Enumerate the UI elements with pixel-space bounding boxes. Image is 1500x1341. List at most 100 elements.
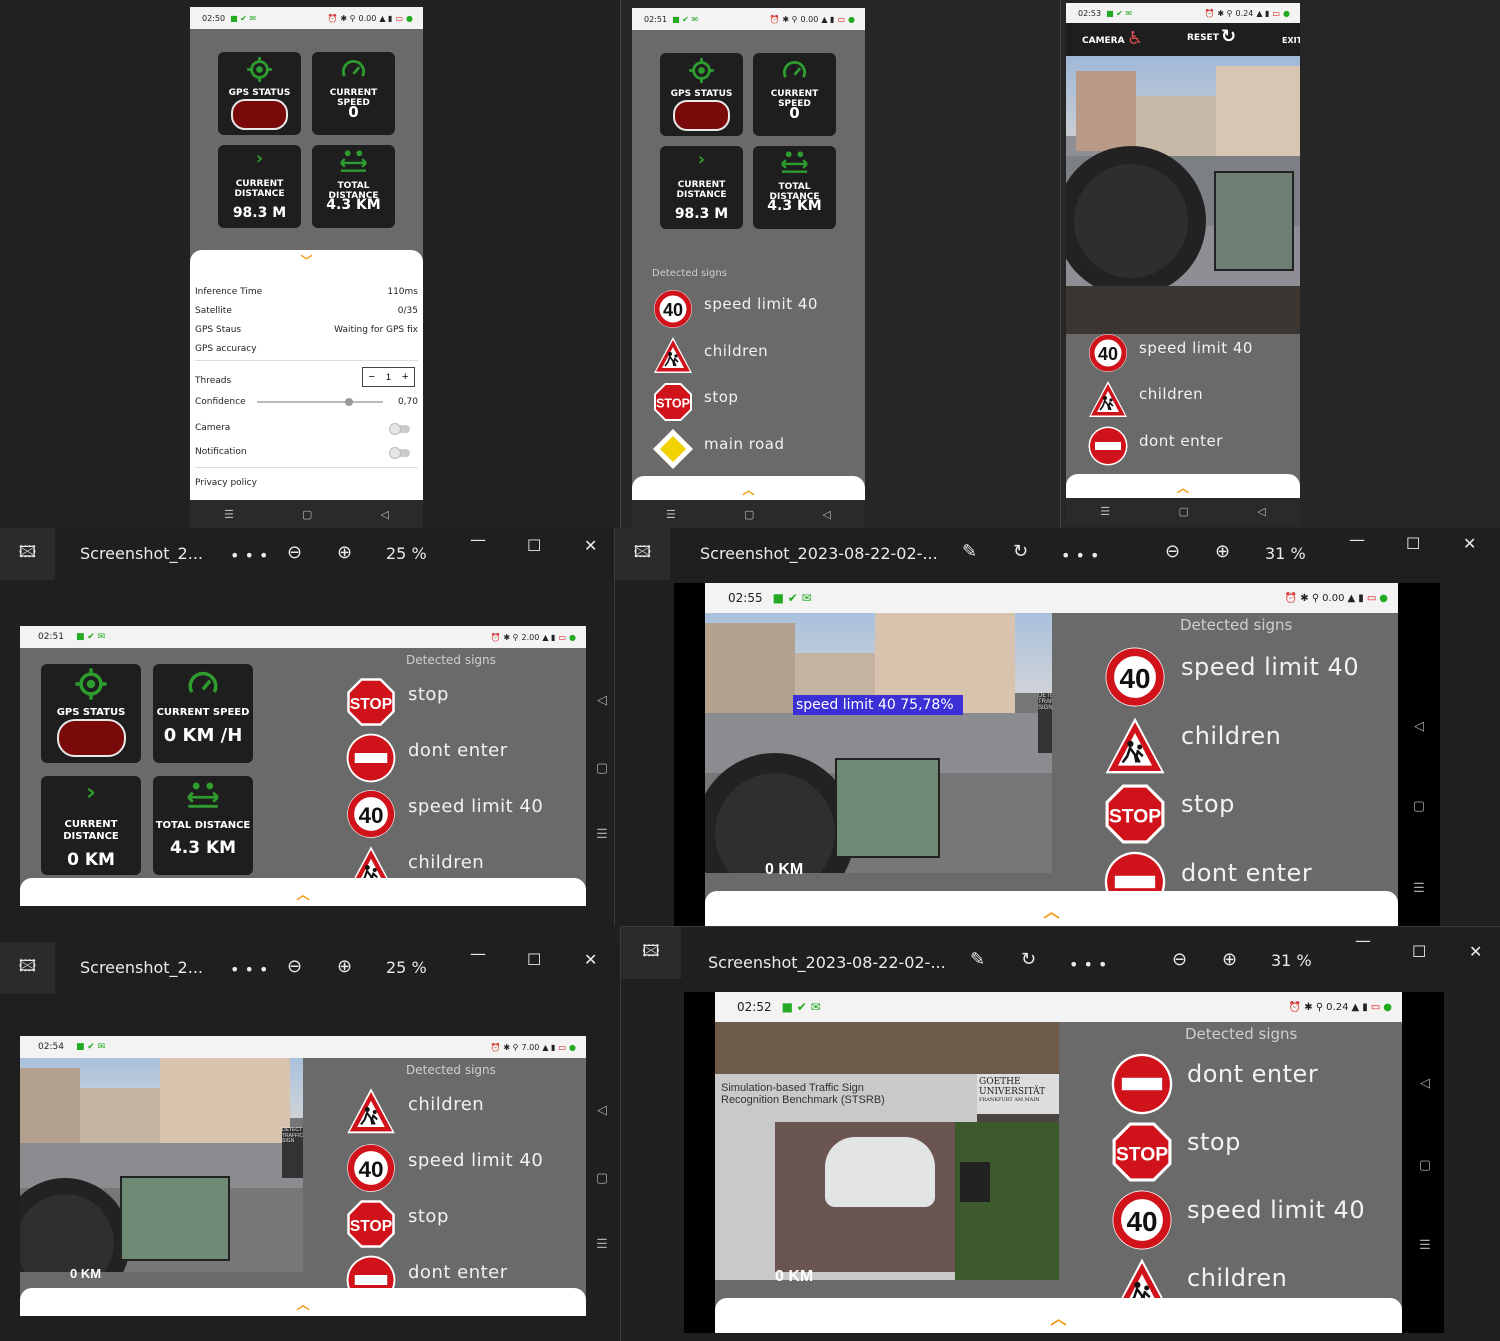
plus-button[interactable]: + <box>402 371 408 383</box>
bottom-sheet[interactable]: ︿ <box>20 878 586 906</box>
close-button[interactable]: ✕ <box>1469 942 1482 961</box>
zoom-in-icon[interactable]: ⊕ <box>337 956 352 977</box>
back-icon[interactable]: ◁ <box>380 508 388 521</box>
zoom-out-icon[interactable]: ⊖ <box>287 542 302 563</box>
bottom-sheet[interactable]: ︿ <box>20 1288 586 1316</box>
zoom-out-icon[interactable]: ⊖ <box>1172 949 1187 970</box>
stop-sign-icon: STOP <box>346 1199 396 1254</box>
android-nav-bar: ☰ ▢ ◁ <box>190 500 423 528</box>
camera-feed: Simulation-based Traffic Sign Recognitio… <box>715 1022 1059 1280</box>
odometer-text: 0 KM <box>70 1266 102 1281</box>
children-crossing-icon <box>1088 380 1128 425</box>
menu-icon[interactable]: ☰ <box>592 826 612 842</box>
home-icon[interactable]: ▢ <box>302 508 312 521</box>
zoom-out-icon[interactable]: ⊖ <box>287 956 302 977</box>
expand-chevron-icon[interactable]: ︿ <box>715 1305 1402 1329</box>
notification-icon: ■ ✔ ✉ <box>75 1042 106 1052</box>
odometer-text: 0 KM <box>765 861 804 878</box>
back-icon[interactable]: ◁ <box>592 1102 612 1118</box>
menu-icon[interactable]: ☰ <box>1415 1237 1435 1253</box>
confidence-slider[interactable] <box>257 398 383 406</box>
home-icon[interactable]: ▢ <box>744 508 754 521</box>
home-icon[interactable]: ▢ <box>592 760 612 776</box>
reset-rotate-icon[interactable]: ↻ <box>1221 26 1236 47</box>
detected-signs-heading: Detected signs <box>1185 1025 1298 1043</box>
zoom-in-icon[interactable]: ⊕ <box>1222 949 1237 970</box>
menu-icon[interactable]: ☰ <box>592 1236 612 1252</box>
close-button[interactable]: ✕ <box>584 536 597 555</box>
zoom-in-icon[interactable]: ⊕ <box>1215 541 1230 562</box>
zoom-out-icon[interactable]: ⊖ <box>1165 541 1180 562</box>
rotate-icon[interactable]: ↻ <box>1013 541 1028 562</box>
bottom-sheet[interactable]: ︿ <box>715 1298 1402 1333</box>
minimize-button[interactable]: — <box>470 530 486 549</box>
back-icon[interactable]: ◁ <box>592 692 612 708</box>
more-options-button[interactable]: • • • <box>230 960 268 979</box>
back-icon[interactable]: ◁ <box>1409 718 1429 734</box>
menu-icon[interactable]: ☰ <box>1409 880 1429 896</box>
minimize-button[interactable]: — <box>470 944 486 963</box>
viewer-title-bar: 🖾 Screenshot_2... • • • ⊖ ⊕ 25 % — ☐ ✕ <box>0 528 614 580</box>
collapse-chevron-icon[interactable]: ﹀ <box>190 252 423 269</box>
more-options-button[interactable]: • • • <box>1069 955 1107 974</box>
svg-text:40: 40 <box>1098 344 1118 364</box>
back-icon[interactable]: ◁ <box>1257 505 1265 518</box>
camera-toggle[interactable] <box>389 423 410 435</box>
expand-chevron-icon[interactable]: ︿ <box>632 481 865 498</box>
home-icon[interactable]: ▢ <box>592 1170 612 1186</box>
window-title: Screenshot_2... <box>80 544 203 563</box>
home-icon[interactable]: ▢ <box>1178 505 1188 518</box>
confidence-slider-thumb[interactable] <box>345 398 354 406</box>
gps-status-card: GPS STATUS <box>41 664 141 763</box>
menu-icon[interactable]: ☰ <box>1100 505 1110 518</box>
notification-toggle[interactable] <box>389 447 410 459</box>
steering-wheel <box>20 1178 130 1272</box>
sign-label-dont-enter: dont enter <box>1181 859 1313 887</box>
no-entry-icon <box>346 733 396 788</box>
camera-button[interactable]: CAMERA <box>1082 36 1125 46</box>
clock: 02:52 <box>737 1000 772 1014</box>
edit-image-icon[interactable]: ✎ <box>970 949 985 970</box>
rotate-icon[interactable]: ↻ <box>1021 949 1036 970</box>
expand-chevron-icon[interactable]: ︿ <box>20 884 586 903</box>
expand-chevron-icon[interactable]: ︿ <box>20 1294 586 1313</box>
zoom-in-icon[interactable]: ⊕ <box>337 542 352 563</box>
close-button[interactable]: ✕ <box>584 950 597 969</box>
minimize-button[interactable]: — <box>1355 931 1371 950</box>
more-options-button[interactable]: • • • <box>1061 546 1099 565</box>
threads-label: Threads <box>195 376 232 386</box>
sign-label-children: children <box>408 852 485 873</box>
maximize-button[interactable]: ☐ <box>527 950 541 969</box>
back-icon[interactable]: ◁ <box>822 508 830 521</box>
home-icon[interactable]: ▢ <box>1409 798 1429 814</box>
sign-label-stop: stop <box>1187 1128 1241 1156</box>
home-icon[interactable]: ▢ <box>1415 1157 1435 1173</box>
minus-button[interactable]: − <box>369 371 375 383</box>
current-distance-value: 98.3 M <box>232 205 287 221</box>
privacy-policy-link[interactable]: Privacy policy <box>195 478 257 488</box>
bottom-sheet[interactable]: ︿ <box>632 476 865 500</box>
current-distance-value: 0 KM <box>67 850 115 870</box>
sign-label-stop: stop <box>704 388 739 406</box>
edit-image-icon[interactable]: ✎ <box>962 541 977 562</box>
expand-chevron-icon[interactable]: ︿ <box>1066 479 1300 496</box>
maximize-button[interactable]: ☐ <box>1412 942 1426 961</box>
expand-chevron-icon[interactable]: ︿ <box>705 898 1398 922</box>
gps-status-setting-value: Waiting for GPS fix <box>334 325 418 335</box>
minimize-button[interactable]: — <box>1349 530 1365 549</box>
exit-button[interactable]: EXIT <box>1282 36 1300 45</box>
gps-status-card: GPS STATUS <box>218 52 301 135</box>
reset-button[interactable]: RESET <box>1187 33 1219 43</box>
back-icon[interactable]: ◁ <box>1415 1075 1435 1091</box>
bottom-sheet[interactable]: ︿ <box>1066 474 1300 498</box>
maximize-button[interactable]: ☐ <box>527 536 541 555</box>
bottom-sheet[interactable]: ︿ <box>705 891 1398 926</box>
zoom-level: 25 % <box>386 958 427 977</box>
maximize-button[interactable]: ☐ <box>1406 534 1420 553</box>
satellite-value: 0/35 <box>397 306 418 316</box>
close-button[interactable]: ✕ <box>1463 534 1476 553</box>
menu-icon[interactable]: ☰ <box>666 508 676 521</box>
more-options-button[interactable]: • • • <box>230 546 268 565</box>
menu-icon[interactable]: ☰ <box>224 508 234 521</box>
threads-value: 1 <box>385 372 391 382</box>
